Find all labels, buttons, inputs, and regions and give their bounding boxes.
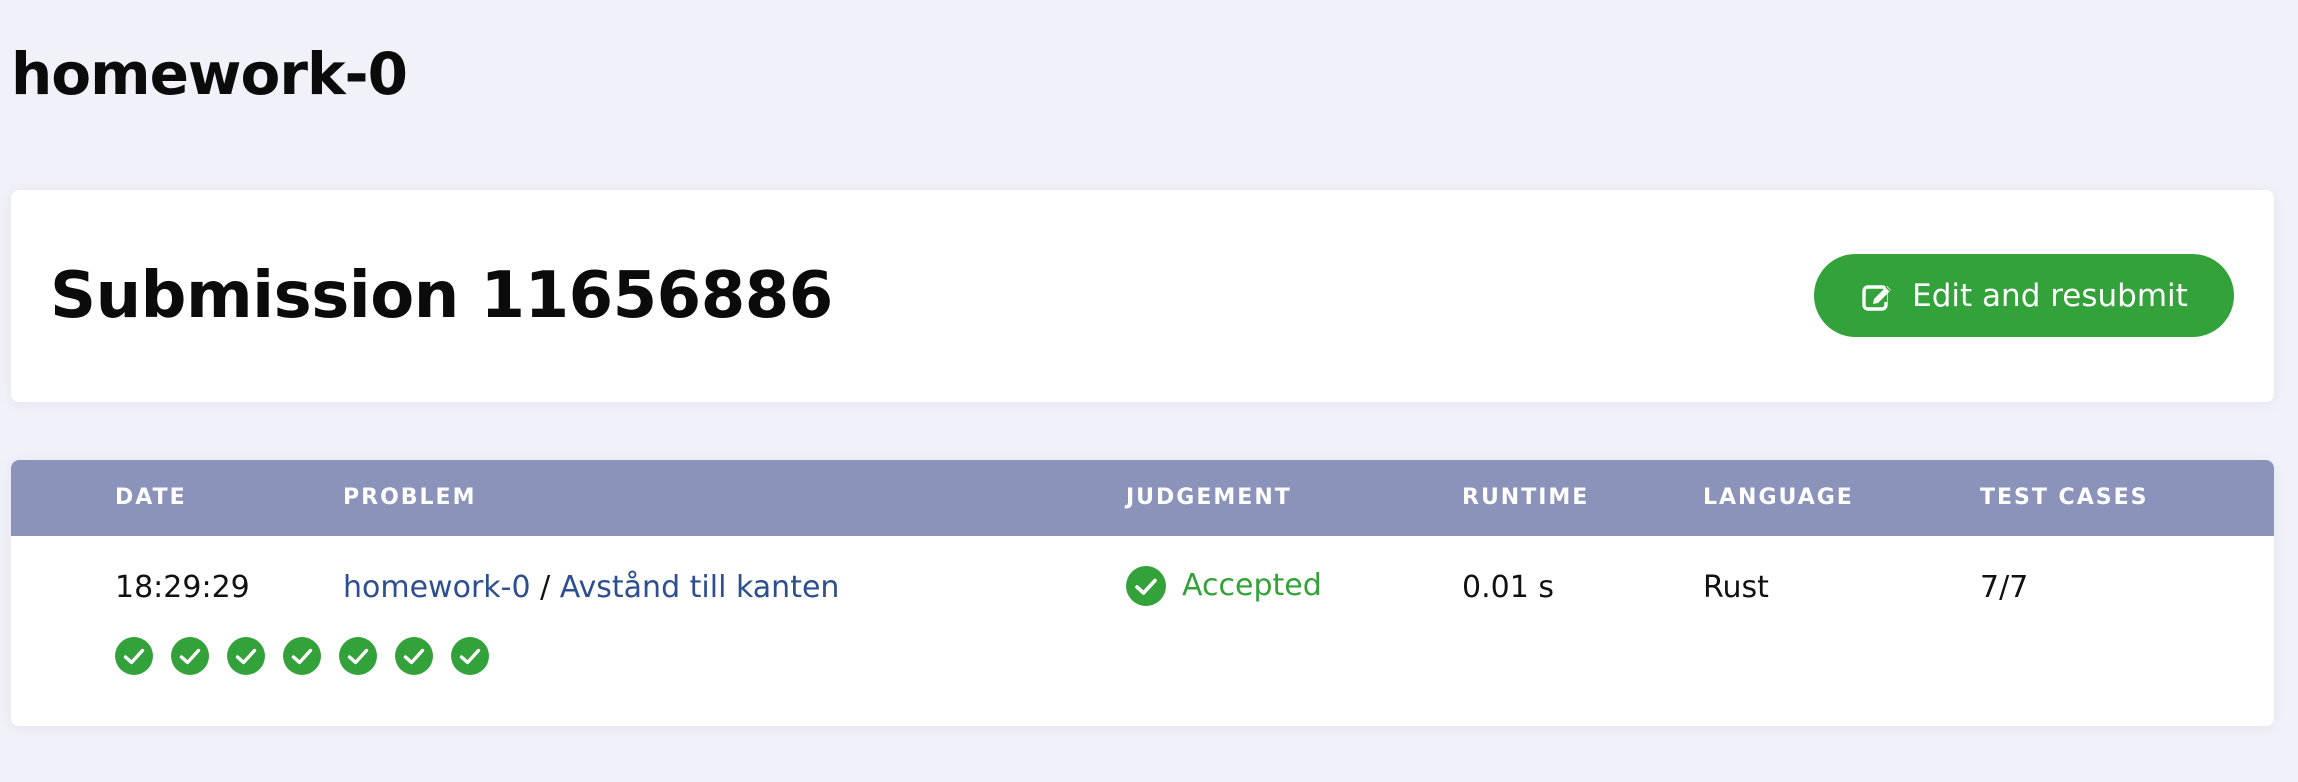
table-header-row: DATE PROBLEM JUDGEMENT RUNTIME LANGUAGE … — [11, 460, 2274, 536]
judgement-cell: Accepted — [1126, 566, 1322, 606]
test-case-check-icon[interactable] — [451, 637, 489, 675]
test-case-check-icon[interactable] — [283, 637, 321, 675]
edit-and-resubmit-label: Edit and resubmit — [1912, 277, 2188, 314]
runtime-value: 0.01 s — [1462, 570, 1554, 605]
test-case-check-icon[interactable] — [171, 637, 209, 675]
breadcrumb-separator: / — [540, 570, 551, 605]
column-header-problem: PROBLEM — [343, 485, 477, 510]
edit-icon — [1860, 279, 1894, 313]
judgement-status: Accepted — [1182, 568, 1322, 603]
submission-title: Submission 11656886 — [50, 259, 833, 333]
problem-link[interactable]: Avstånd till kanten — [560, 570, 840, 605]
submission-table: DATE PROBLEM JUDGEMENT RUNTIME LANGUAGE … — [11, 460, 2274, 726]
test-cases-value: 7/7 — [1980, 570, 2029, 605]
column-header-judgement: JUDGEMENT — [1126, 485, 1292, 510]
test-case-check-icon[interactable] — [227, 637, 265, 675]
test-case-check-icon[interactable] — [395, 637, 433, 675]
column-header-test-cases: TEST CASES — [1980, 485, 2149, 510]
page-title: homework-0 — [11, 40, 408, 108]
test-case-check-icon[interactable] — [115, 637, 153, 675]
test-case-results — [115, 637, 489, 675]
submission-date: 18:29:29 — [115, 570, 250, 605]
check-circle-icon — [1126, 566, 1166, 606]
submission-header-card: Submission 11656886 Edit and resubmit — [11, 190, 2274, 402]
test-case-check-icon[interactable] — [339, 637, 377, 675]
column-header-runtime: RUNTIME — [1462, 485, 1590, 510]
problem-cell: homework-0 / Avstånd till kanten — [343, 568, 839, 608]
language-value: Rust — [1703, 570, 1769, 605]
column-header-date: DATE — [115, 485, 187, 510]
column-header-language: LANGUAGE — [1703, 485, 1854, 510]
edit-and-resubmit-button[interactable]: Edit and resubmit — [1814, 254, 2234, 337]
contest-link[interactable]: homework-0 — [343, 570, 531, 605]
